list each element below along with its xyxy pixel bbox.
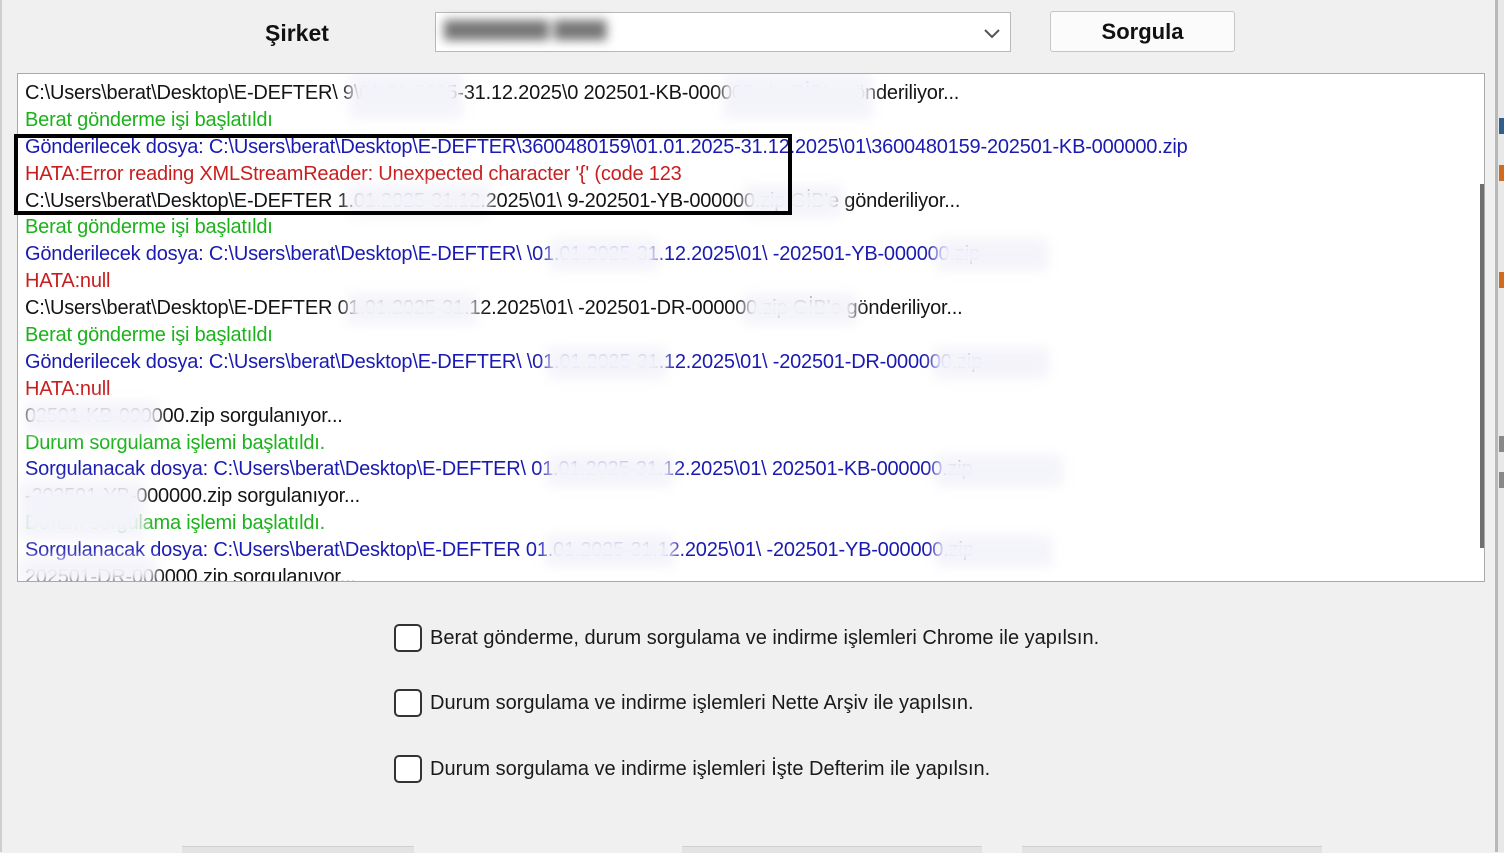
redaction-blur	[348, 186, 490, 216]
option-nette-arsiv[interactable]: Durum sorgulama ve indirme işlemleri Net…	[394, 689, 974, 717]
log-line: Gönderilecek dosya: C:\Users\berat\Deskt…	[25, 135, 1188, 158]
log-scrollbar[interactable]	[1480, 184, 1484, 548]
log-line: Gönderilecek dosya: C:\Users\berat\Deskt…	[25, 350, 982, 373]
log-line: Durum sorgulama işlemi başlatıldı.	[25, 512, 325, 535]
query-button[interactable]: Sorgula	[1050, 11, 1235, 52]
redaction-blur	[350, 74, 462, 118]
log-line: C:\Users\berat\Desktop\E-DEFTER 01.01.20…	[25, 297, 963, 320]
redaction-blur	[550, 240, 658, 270]
log-line: HATA:null	[25, 270, 111, 293]
option-iste-defterim-checkbox[interactable]	[394, 755, 422, 783]
log-line: Durum sorgulama işlemi başlatıldı.	[25, 431, 325, 454]
log-line: -202501-YB-000000.zip sorgulanıyor...	[25, 485, 361, 508]
company-label: Şirket	[265, 20, 329, 46]
log-textarea[interactable]: C:\Users\berat\Desktop\E-DEFTER\ 9\01.01…	[17, 73, 1485, 582]
option-chrome[interactable]: Berat gönderme, durum sorgulama ve indir…	[394, 624, 1099, 652]
redaction-blur	[744, 186, 842, 216]
log-line: HATA:null	[25, 377, 111, 400]
redaction-blur	[546, 536, 674, 566]
window-edge	[1498, 0, 1504, 852]
company-select[interactable]: ████████ ████	[435, 12, 1011, 52]
option-iste-defterim-label: Durum sorgulama ve indirme işlemleri İşt…	[430, 757, 991, 780]
redaction-blur	[936, 456, 1062, 486]
redaction-blur	[20, 558, 156, 581]
log-line: Berat gönderme işi başlatıldı	[25, 324, 273, 347]
edge-mark	[1499, 272, 1504, 288]
redaction-blur	[936, 536, 1052, 566]
redaction-blur	[744, 294, 856, 324]
redaction-blur	[26, 402, 158, 432]
main-window: Şirket ████████ ████ Sorgula C:\Users\be…	[0, 0, 1498, 853]
redaction-blur	[548, 348, 666, 378]
edge-mark	[1499, 165, 1504, 181]
log-line: Sorgulanacak dosya: C:\Users\berat\Deskt…	[25, 539, 974, 562]
log-line: C:\Users\berat\Desktop\E-DEFTER 1.01.202…	[25, 189, 961, 212]
log-line: 202501-DR-000000.zip sorgulanıyor...	[25, 566, 356, 582]
redaction-blur	[348, 294, 476, 324]
redaction-blur	[548, 456, 672, 486]
redaction-blur	[724, 74, 872, 118]
edge-mark	[1499, 472, 1504, 488]
chevron-down-icon	[984, 29, 1000, 39]
option-nette-arsiv-label: Durum sorgulama ve indirme işlemleri Net…	[430, 691, 974, 714]
redaction-blur	[20, 482, 144, 538]
option-iste-defterim[interactable]: Durum sorgulama ve indirme işlemleri İşt…	[394, 755, 990, 783]
log-line: Gönderilecek dosya: C:\Users\berat\Deskt…	[25, 243, 980, 266]
redaction-blur	[934, 348, 1048, 378]
log-line: HATA:Error reading XMLStreamReader: Unex…	[25, 162, 682, 185]
log-line: Berat gönderme işi başlatıldı	[25, 216, 273, 239]
redaction-blur	[936, 240, 1048, 270]
option-nette-arsiv-checkbox[interactable]	[394, 689, 422, 717]
log-lines: C:\Users\berat\Desktop\E-DEFTER\ 9\01.01…	[25, 80, 1455, 582]
log-line: Sorgulanacak dosya: C:\Users\berat\Deskt…	[25, 458, 973, 481]
edge-mark	[1499, 118, 1504, 134]
company-select-value: ████████ ████	[444, 21, 607, 41]
option-chrome-label: Berat gönderme, durum sorgulama ve indir…	[430, 626, 1100, 649]
edge-mark	[1499, 436, 1504, 452]
log-line: 02501-KB-000000.zip sorgulanıyor...	[25, 404, 343, 427]
option-chrome-checkbox[interactable]	[394, 624, 422, 652]
